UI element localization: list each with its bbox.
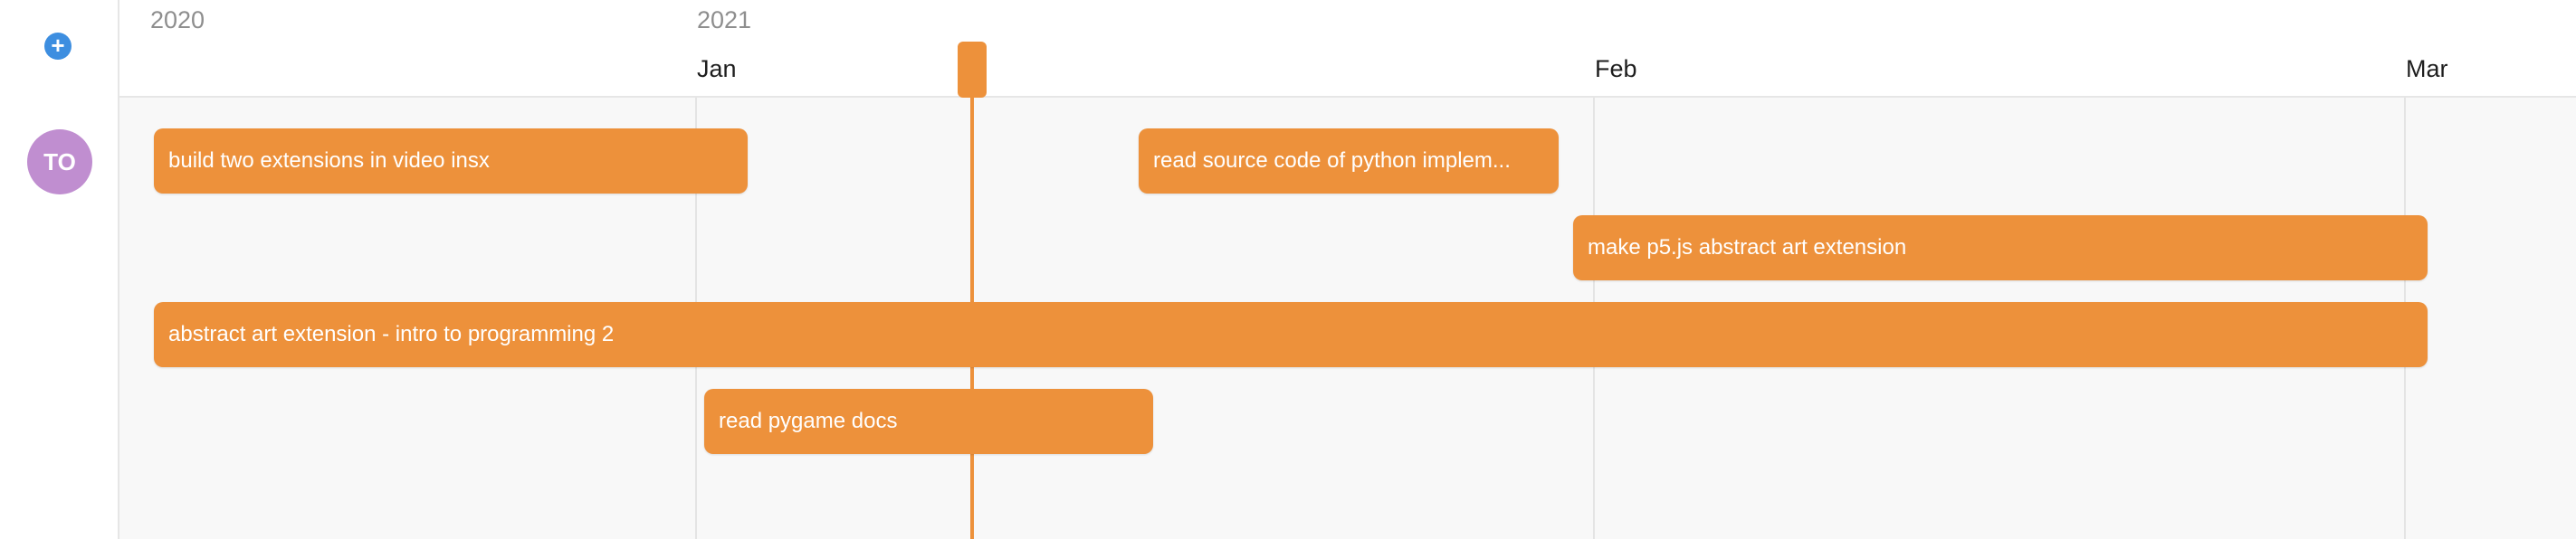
timeline-header [119,0,2576,98]
month-label-jan: Jan [697,55,737,82]
add-button[interactable]: + [44,33,72,60]
task-bar[interactable]: read source code of python implem... [1139,128,1559,194]
today-marker-handle[interactable] [958,42,987,98]
task-bar[interactable]: abstract art extension - intro to progra… [154,302,2428,367]
year-label-2020: 2020 [150,6,205,33]
task-bar[interactable]: make p5.js abstract art extension [1573,215,2428,280]
today-marker-line [970,43,974,539]
task-bar[interactable]: read pygame docs [704,389,1153,454]
year-label-2021: 2021 [697,6,752,33]
task-bar[interactable]: build two extensions in video insx [154,128,748,194]
plus-icon: + [51,32,65,59]
left-column: + TO [0,0,119,539]
avatar-initials: TO [43,148,76,175]
month-label-feb: Feb [1595,55,1637,82]
month-label-mar: Mar [2406,55,2448,82]
timeline-app: + TO 2020 2021 Jan Feb Mar build two ext… [0,0,2576,539]
avatar[interactable]: TO [27,129,92,194]
